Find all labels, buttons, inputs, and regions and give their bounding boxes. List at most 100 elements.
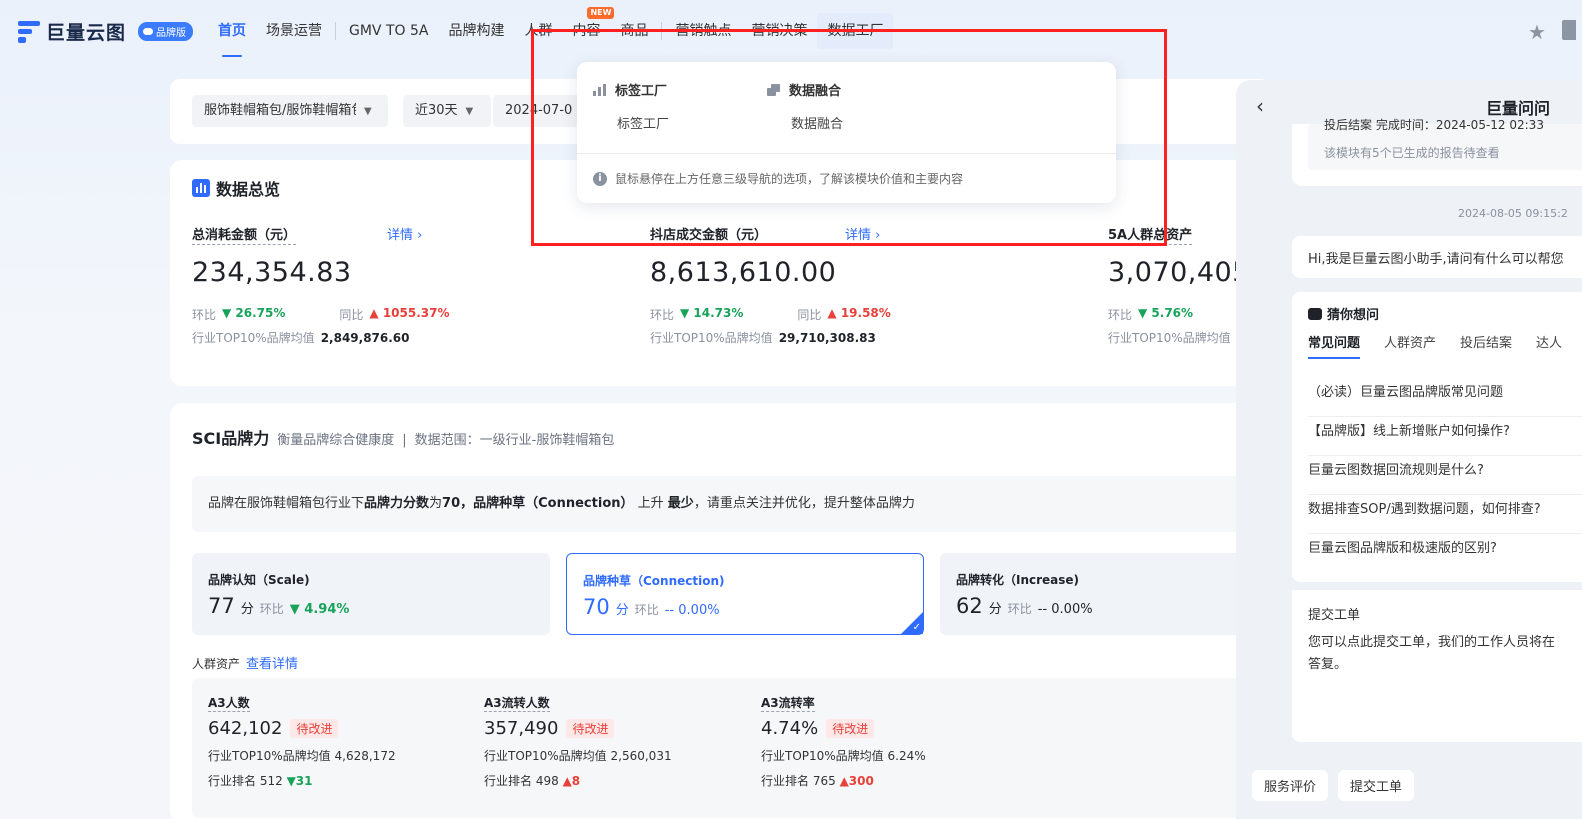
- bench-label: 行业TOP10%品牌均值: [1108, 331, 1231, 345]
- faq-title: 猜你想问: [1327, 308, 1380, 323]
- industry-select[interactable]: 服饰鞋帽箱包/服饰鞋帽箱包 ▼: [192, 95, 388, 127]
- edition-badge: 品牌版: [138, 22, 194, 41]
- pillar-score: 70: [583, 595, 610, 619]
- bench-value: 4,628,172: [334, 749, 396, 763]
- chevron-down-icon: ▼: [465, 106, 474, 117]
- pillar-hb-value: ▼ 4.94%: [289, 602, 350, 617]
- faq-item[interactable]: 巨量云图品牌版和极速版的区别?: [1308, 534, 1582, 573]
- faq-header: 猜你想问: [1308, 304, 1379, 323]
- sci-scope: 数据范围：一级行业-服饰鞋帽箱包: [414, 433, 615, 448]
- nav-item-gmv[interactable]: GMV TO 5A: [339, 13, 438, 49]
- faq-card: 猜你想问 常见问题 人群资产 投后结案 达人 （必读）巨量云图品牌版常见问题 【…: [1292, 292, 1582, 582]
- note-text: 品牌在服饰鞋帽箱包行业下: [208, 496, 365, 511]
- cloud-icon: [143, 28, 154, 35]
- view-details-link[interactable]: 查看详情: [246, 657, 298, 672]
- nav-item-home[interactable]: 首页: [208, 13, 256, 57]
- rank-label: 行业排名: [761, 774, 810, 788]
- pillar-connection[interactable]: 品牌种草（Connection) 70 分 环比 -- 0.00% ✓: [566, 553, 924, 635]
- hb-value: ▼ 14.73%: [680, 306, 744, 320]
- metric-value: 234,354.83: [192, 257, 352, 288]
- bench-value: 6.24%: [887, 749, 926, 763]
- bench-label: 行业TOP10%品牌均值: [650, 331, 773, 345]
- sci-card: SCI品牌力 衡量品牌综合健康度 | 数据范围：一级行业-服饰鞋帽箱包 品牌在服…: [170, 403, 1298, 819]
- tab-kol[interactable]: 达人: [1536, 332, 1562, 359]
- sci-subtitle: 衡量品牌综合健康度: [277, 433, 395, 448]
- metric-label: 总消耗金额（元）: [192, 224, 297, 245]
- tb-value: ▲ 19.58%: [827, 306, 891, 320]
- nav-item-brand-build[interactable]: 品牌构建: [438, 13, 514, 49]
- rank-delta: ▲300: [839, 774, 874, 788]
- bench-label: 行业TOP10%品牌均值: [208, 749, 331, 763]
- note-bold: 70，品牌种草（Connection）: [442, 496, 634, 511]
- edition-badge-label: 品牌版: [156, 28, 187, 39]
- side-toggle-icon[interactable]: [1562, 20, 1576, 40]
- submit-ticket-button[interactable]: 提交工单: [1338, 770, 1415, 801]
- asset-a3-count: A3人数 642,102 待改进 行业TOP10%品牌均值 4,628,172 行…: [208, 694, 478, 789]
- faq-item[interactable]: 巨量云图数据回流规则是什么?: [1308, 456, 1582, 495]
- report-desc: 该模块有5个已生成的报告待查看: [1324, 146, 1500, 160]
- bench-value: 2,849,876.60: [320, 331, 410, 345]
- asset-a3-flow: A3流转人数 357,490 待改进 行业TOP10%品牌均值 2,560,031…: [484, 694, 754, 789]
- pillar-scale[interactable]: 品牌认知（Scale) 77 分 环比 ▼ 4.94%: [192, 553, 550, 635]
- rank-delta: ▲8: [562, 774, 581, 788]
- tb-percent: 1055.37%: [382, 306, 450, 320]
- hb-value: ▼ 5.76%: [1138, 306, 1194, 320]
- ticket-card: 提交工单 您可以点此提交工单，我们的工作人员将在 答复。: [1292, 582, 1582, 742]
- logo[interactable]: 巨量云图 品牌版: [18, 18, 194, 45]
- asset-label: A3人数: [208, 696, 250, 712]
- faq-item[interactable]: （必读）巨量云图品牌版常见问题: [1308, 378, 1582, 417]
- ticket-text: 您可以点此提交工单，我们的工作人员将在: [1308, 635, 1556, 650]
- pillar-unit: 分: [988, 602, 1002, 617]
- note-text: 为: [429, 496, 443, 511]
- hb-value: ▼ 26.75%: [222, 306, 286, 320]
- asset-label: A3流转人数: [484, 696, 550, 712]
- nav-item-scene[interactable]: 场景运营: [256, 13, 332, 49]
- period-select[interactable]: 近30天 ▼: [403, 95, 491, 127]
- chat-icon: [1308, 307, 1322, 320]
- hb-label: 环比: [192, 308, 217, 322]
- rank-delta: ▼31: [286, 774, 313, 788]
- faq-item[interactable]: 【品牌版】线上新增账户如何操作?: [1308, 417, 1582, 456]
- tb-percent: 19.58%: [840, 306, 891, 320]
- note-text: 上升: [637, 496, 664, 511]
- back-icon[interactable]: ‹: [1256, 94, 1264, 118]
- crowd-assets-label: 人群资产: [192, 657, 241, 671]
- sci-header: SCI品牌力 衡量品牌综合健康度 | 数据范围：一级行业-服饰鞋帽箱包: [192, 425, 614, 449]
- asset-value: 642,102: [208, 718, 283, 739]
- bench-label: 行业TOP10%品牌均值: [761, 749, 884, 763]
- period-select-value: 近30天: [415, 103, 458, 118]
- tb-label: 同比: [797, 308, 822, 322]
- status-badge: 待改进: [290, 719, 339, 738]
- rank-value: 512: [259, 774, 283, 788]
- report-title: 投后结案 完成时间：2024-05-12 02:33: [1324, 118, 1544, 132]
- star-icon[interactable]: ★: [1528, 20, 1546, 44]
- asset-value: 4.74%: [761, 718, 819, 739]
- tab-common[interactable]: 常见问题: [1308, 332, 1361, 359]
- asset-a3-rate: A3流转率 4.74% 待改进 行业TOP10%品牌均值 6.24% 行业排名 7…: [761, 694, 1031, 789]
- bar-chart-icon: [192, 179, 210, 197]
- pillar-title: 品牌转化（Increase): [956, 573, 1080, 587]
- detail-link-label: 详情: [387, 228, 414, 243]
- faq-tabs: 常见问题 人群资产 投后结案 达人: [1308, 332, 1562, 359]
- service-rating-button[interactable]: 服务评价: [1252, 770, 1329, 801]
- nav-divider: [335, 22, 336, 40]
- pillar-score: 62: [956, 594, 983, 618]
- metric-benchmark: 行业TOP10%品牌均值 2,849,876.60: [192, 329, 622, 346]
- faq-item[interactable]: 数据排查SOP/遇到数据问题，如何排查?: [1308, 495, 1582, 534]
- metric-value: 8,613,610.00: [650, 257, 837, 288]
- note-bold: 品牌力分数: [364, 496, 430, 511]
- assistant-footer: 服务评价 提交工单: [1252, 770, 1415, 801]
- detail-link[interactable]: 详情 ›: [387, 224, 422, 243]
- pillar-hb-label: 环比: [259, 602, 284, 616]
- logo-icon: [18, 20, 40, 43]
- rank-label: 行业排名: [484, 774, 533, 788]
- report-card[interactable]: 投后结案 完成时间：2024-05-12 02:33 该模块有5个已生成的报告待…: [1292, 118, 1582, 186]
- sci-divider: |: [402, 433, 407, 448]
- tab-crowd-assets[interactable]: 人群资产: [1384, 332, 1436, 359]
- pillar-unit: 分: [240, 602, 254, 617]
- pillar-hb-label: 环比: [1007, 602, 1032, 616]
- tb-label: 同比: [339, 308, 364, 322]
- crowd-assets-header: 人群资产 查看详情: [192, 653, 298, 672]
- pillar-hb-value: -- 0.00%: [664, 603, 720, 618]
- tab-post-campaign[interactable]: 投后结案: [1460, 332, 1512, 359]
